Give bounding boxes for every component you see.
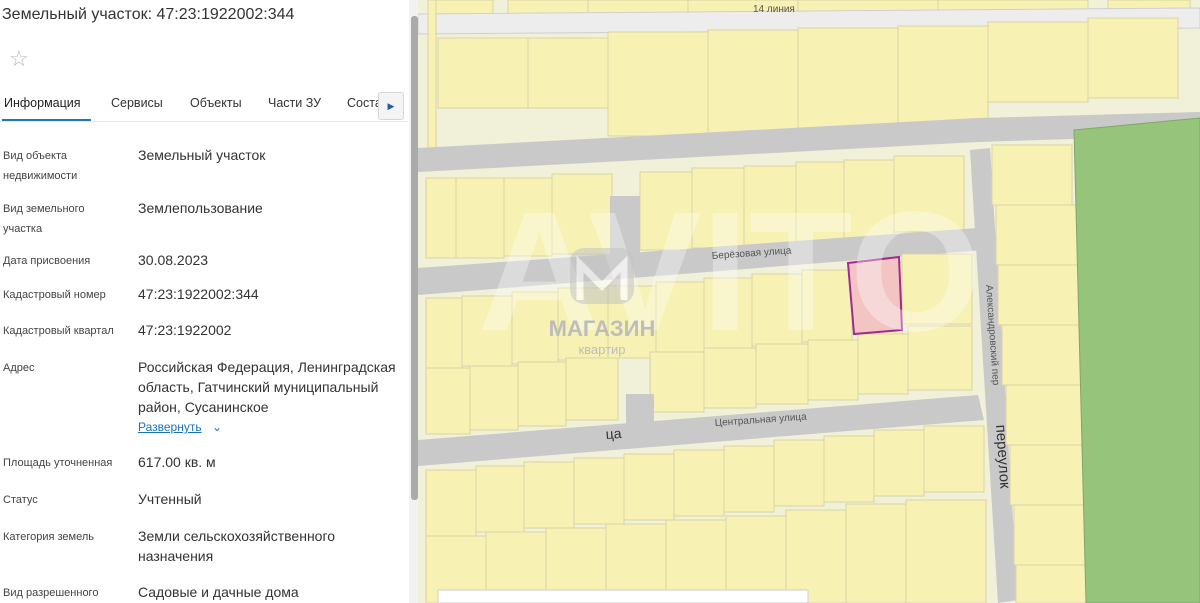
field-value-cadastral-quarter[interactable]: 47:23:1922002 [138, 320, 398, 340]
tab-objects[interactable]: Объекты [190, 96, 242, 110]
field-label-cadastral-number: Кадастровый номер [3, 289, 106, 301]
field-value-cadastral-number[interactable]: 47:23:1922002:344 [138, 284, 398, 304]
field-label-cadastral-quarter: Кадастровый квартал [3, 325, 114, 337]
field-value-land-category: Земли сельскохозяйственного назначения [138, 528, 336, 564]
active-tab-indicator [2, 119, 91, 121]
field-label-parcel-type: Вид земельного участка [3, 203, 85, 235]
info-panel: Земельный участок: 47:23:1922002:344 ☆ И… [0, 0, 418, 603]
field-label-assign-date: Дата присвоения [3, 255, 91, 267]
page-title: Земельный участок: 47:23:1922002:344 [2, 6, 295, 23]
field-value-parcel-type: Землепользование [138, 200, 263, 216]
watermark-text-line1: МАГАЗИН [549, 316, 656, 341]
tab-bar: Информация Сервисы Объекты Части ЗУ Сост… [0, 86, 408, 122]
panel-scrollbar-thumb[interactable] [411, 16, 418, 500]
watermark-text-line2: квартир [578, 342, 625, 357]
tab-composition[interactable]: Соста [347, 96, 382, 110]
chevron-right-icon: ▶ [387, 100, 395, 111]
cadastral-map[interactable]: AVITO МАГАЗИН квартир 14 линия Берёзовая… [418, 0, 1200, 603]
field-value-status: Учтенный [138, 491, 202, 507]
field-label-area: Площадь уточненная [3, 457, 113, 469]
street-label-14-line: 14 линия [753, 4, 795, 15]
chevron-down-icon[interactable]: ⌄ [212, 420, 222, 434]
tab-parcel-parts[interactable]: Части ЗУ [268, 96, 321, 110]
favorite-button[interactable]: ☆ [2, 42, 36, 76]
tabs-scroll-right-button[interactable]: ▶ [378, 92, 404, 120]
street-label-tsa: ца [605, 425, 622, 442]
field-label-permitted-use: Вид разрешенного [3, 587, 99, 599]
field-value-object-type: Земельный участок [138, 147, 266, 163]
map-canvas[interactable]: AVITO МАГАЗИН квартир 14 линия Берёзовая… [418, 0, 1200, 603]
star-icon: ☆ [9, 46, 29, 71]
field-value-permitted-use: Садовые и дачные дома [138, 584, 299, 600]
field-value-address: Российская Федерация, Ленинградская обла… [138, 359, 396, 415]
tab-information[interactable]: Информация [4, 96, 81, 110]
field-value-assign-date: 30.08.2023 [138, 252, 209, 268]
watermark-logo [570, 248, 634, 304]
field-value-area: 617.00 кв. м [138, 454, 216, 470]
field-label-land-category: Категория земель [3, 531, 94, 543]
field-label-address: Адрес [3, 362, 35, 374]
expand-address-link[interactable]: Развернуть [138, 420, 202, 434]
field-label-object-type: Вид объекта недвижимости [3, 150, 78, 182]
tab-services[interactable]: Сервисы [111, 96, 163, 110]
field-label-status: Статус [3, 494, 38, 506]
